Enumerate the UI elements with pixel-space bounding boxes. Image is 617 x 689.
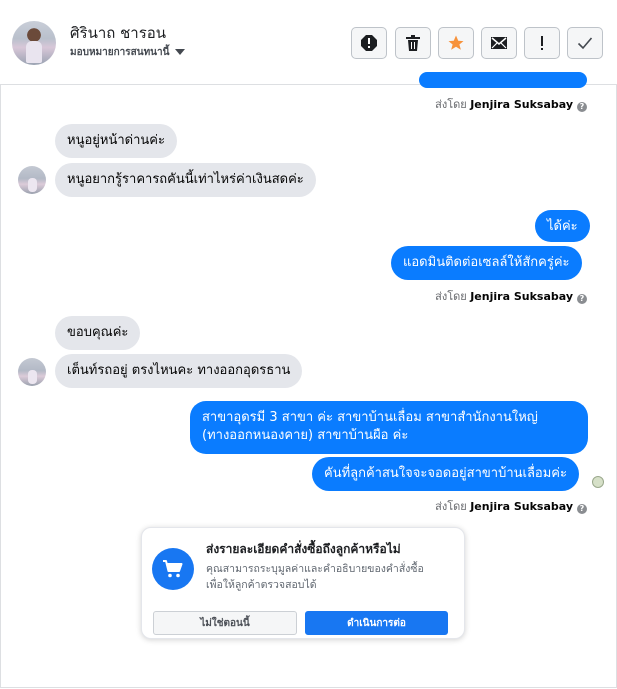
message-outgoing: สาขาอุดรมี 3 สาขา ค่ะ สาขาบ้านเลื่อม สาข… — [190, 401, 588, 454]
avatar[interactable] — [12, 21, 56, 65]
agent-name: Jenjira Suksabay — [470, 290, 573, 303]
exclamation-icon — [541, 36, 543, 50]
message-incoming: ขอบคุณค่ะ — [55, 316, 141, 350]
message-outgoing-partial — [419, 72, 587, 88]
mark-done-button[interactable] — [567, 27, 603, 59]
continue-button[interactable]: ดำเนินการต่อ — [305, 611, 448, 635]
message-incoming: หนูอยู่หน้าด่านค่ะ — [55, 124, 177, 158]
message-line: สาขาอุดรมี 3 สาขา ค่ะ สาขาบ้านเลื่อม สาข… — [202, 410, 538, 425]
message-outgoing: ได้ค่ะ — [535, 210, 590, 242]
card-description-line: เพื่อให้ลูกค้าตรวจสอบได้ — [206, 579, 317, 591]
help-icon[interactable]: ? — [577, 294, 587, 304]
customer-avatar — [18, 166, 46, 194]
sent-by-label: ส่งโดย Jenjira Suksabay? — [435, 95, 587, 113]
order-details-card: ส่งรายละเอียดคำสั่งซื้อถึงลูกค้าหรือไม่ … — [141, 527, 465, 639]
assign-conversation-dropdown[interactable]: มอบหมายการสนทนานี้ — [70, 45, 186, 60]
help-icon[interactable]: ? — [577, 102, 587, 112]
cart-icon-circle — [152, 548, 194, 590]
spam-icon — [361, 35, 377, 51]
message-incoming: เต็นท์รถอยู่ ตรงไหนคะ ทางออกอุดรธาน — [55, 354, 303, 388]
sent-by-label: ส่งโดย Jenjira Suksabay? — [435, 497, 587, 515]
checkmark-icon — [577, 37, 593, 50]
message-outgoing: แอดมินติดต่อเซลล์ให้สักครู่ค่ะ — [391, 246, 582, 280]
seen-avatar — [592, 476, 604, 488]
star-button[interactable] — [438, 27, 474, 59]
agent-name: Jenjira Suksabay — [470, 500, 573, 513]
trash-icon — [406, 35, 420, 51]
assign-label: มอบหมายการสนทนานี้ — [70, 47, 170, 58]
sent-by-label: ส่งโดย Jenjira Suksabay? — [435, 287, 587, 305]
message-outgoing: คันที่ลูกค้าสนใจจะจอดอยู่สาขาบ้านเลื่อมค… — [312, 457, 579, 491]
card-description-line: คุณสามารถระบุมูลค่าและคำอธิบายของคำสั่งซ… — [206, 563, 424, 575]
sent-by-prefix: ส่งโดย — [435, 290, 467, 303]
follow-up-button[interactable] — [524, 27, 560, 59]
customer-name[interactable]: ศิรินาถ ชารอน — [70, 21, 166, 45]
not-now-button[interactable]: ไม่ใช่ตอนนี้ — [153, 611, 297, 635]
caret-down-icon — [175, 49, 186, 55]
customer-avatar — [18, 358, 46, 386]
card-title: ส่งรายละเอียดคำสั่งซื้อถึงลูกค้าหรือไม่ — [206, 542, 401, 556]
agent-name: Jenjira Suksabay — [470, 98, 573, 111]
card-description: คุณสามารถระบุมูลค่าและคำอธิบายของคำสั่งซ… — [206, 561, 456, 593]
help-icon[interactable]: ? — [577, 504, 587, 514]
star-icon — [448, 35, 464, 50]
mark-unread-button[interactable] — [481, 27, 517, 59]
shopping-cart-icon — [163, 560, 183, 578]
spam-button[interactable] — [351, 27, 387, 59]
delete-button[interactable] — [395, 27, 431, 59]
mail-icon — [491, 37, 507, 49]
sent-by-prefix: ส่งโดย — [435, 98, 467, 111]
sent-by-prefix: ส่งโดย — [435, 500, 467, 513]
message-incoming: หนูอยากรู้ราคารถคันนี้เท่าไหร่ค่าเงินสดค… — [55, 163, 316, 197]
message-line: (ทางออกหนองคาย) สาขาบ้านผือ ค่ะ — [202, 428, 409, 443]
